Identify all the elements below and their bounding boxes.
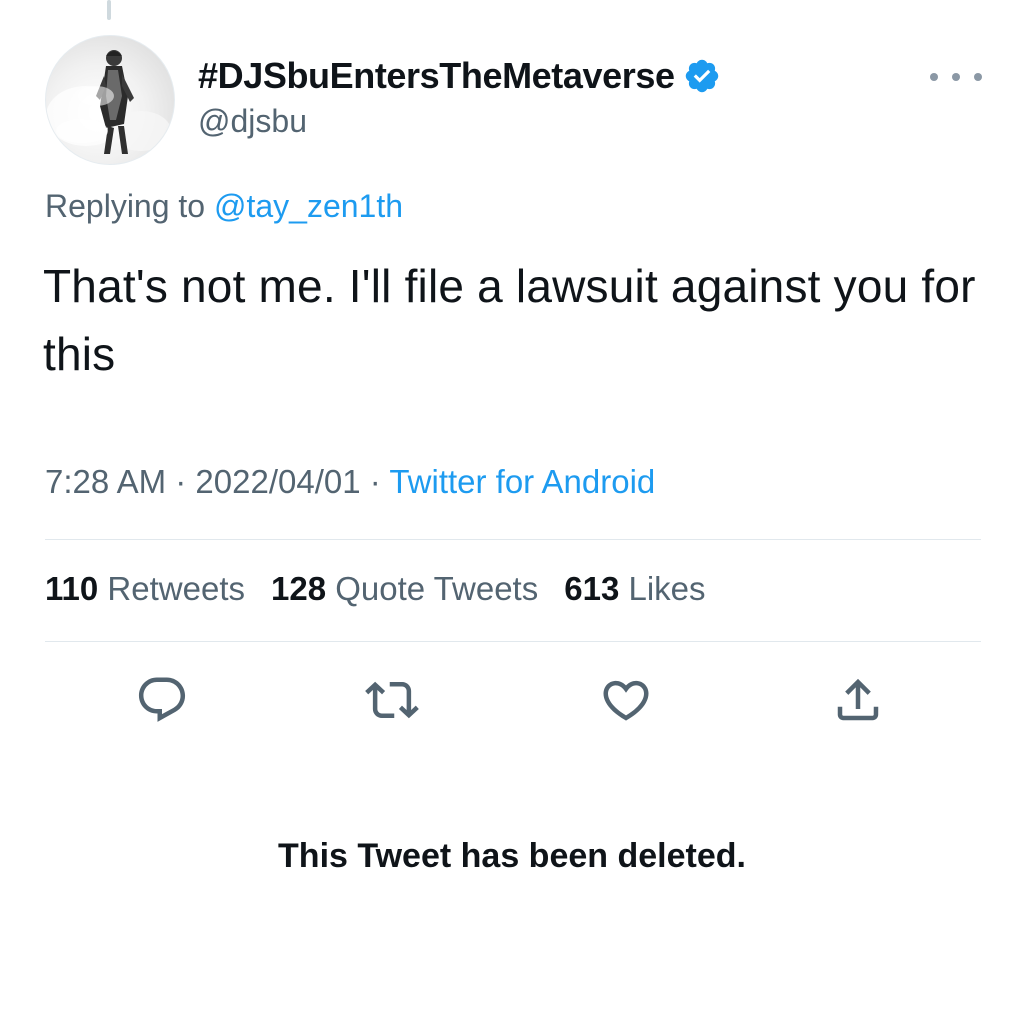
tweet-time[interactable]: 7:28 AM: [45, 463, 166, 500]
thread-connector-line: [107, 0, 111, 20]
user-handle[interactable]: @djsbu: [198, 103, 307, 140]
replying-to-label: Replying to: [45, 188, 206, 224]
tweet-date[interactable]: 2022/04/01: [195, 463, 360, 500]
more-dot: [952, 73, 960, 81]
tweet-source-link[interactable]: Twitter for Android: [389, 463, 655, 500]
avatar[interactable]: [45, 35, 175, 165]
heart-icon: [603, 680, 649, 721]
retweets-stat[interactable]: 110 Retweets: [45, 570, 245, 608]
share-button[interactable]: [830, 672, 886, 728]
quote-tweets-stat[interactable]: 128 Quote Tweets: [271, 570, 538, 608]
reply-icon: [138, 677, 186, 722]
verified-badge-icon: [683, 57, 721, 95]
tweet-text: That's not me. I'll file a lawsuit again…: [43, 260, 976, 380]
retweet-icon: [365, 681, 419, 719]
replying-to-handle-link[interactable]: @tay_zen1th: [214, 188, 403, 224]
meta-separator: ·: [166, 463, 196, 500]
display-name[interactable]: #DJSbuEntersTheMetaverse: [198, 55, 721, 97]
divider: [45, 539, 981, 540]
reply-button[interactable]: [134, 672, 190, 728]
share-icon: [837, 678, 879, 721]
likes-label: Likes: [628, 570, 706, 607]
like-button[interactable]: [598, 672, 654, 728]
avatar-image: [46, 50, 171, 154]
display-name-text[interactable]: #DJSbuEntersTheMetaverse: [198, 55, 675, 97]
more-dot: [974, 73, 982, 81]
replying-to-line: Replying to @tay_zen1th: [45, 188, 403, 225]
retweets-label: Retweets: [107, 570, 245, 607]
deleted-tweet-notice: This Tweet has been deleted.: [278, 837, 746, 875]
likes-stat[interactable]: 613 Likes: [564, 570, 705, 608]
retweet-button[interactable]: [364, 672, 420, 728]
tweet-meta: 7:28 AM · 2022/04/01 · Twitter for Andro…: [45, 463, 655, 501]
likes-count: 613: [564, 570, 620, 607]
meta-separator: ·: [360, 463, 390, 500]
more-dot: [930, 73, 938, 81]
divider: [45, 641, 981, 642]
engagement-stats: 110 Retweets 128 Quote Tweets 613 Likes: [45, 570, 706, 608]
quote-tweets-label: Quote Tweets: [335, 570, 539, 607]
more-horizontal-icon[interactable]: [930, 62, 982, 92]
retweets-count: 110: [45, 570, 99, 607]
quote-tweets-count: 128: [270, 570, 327, 607]
